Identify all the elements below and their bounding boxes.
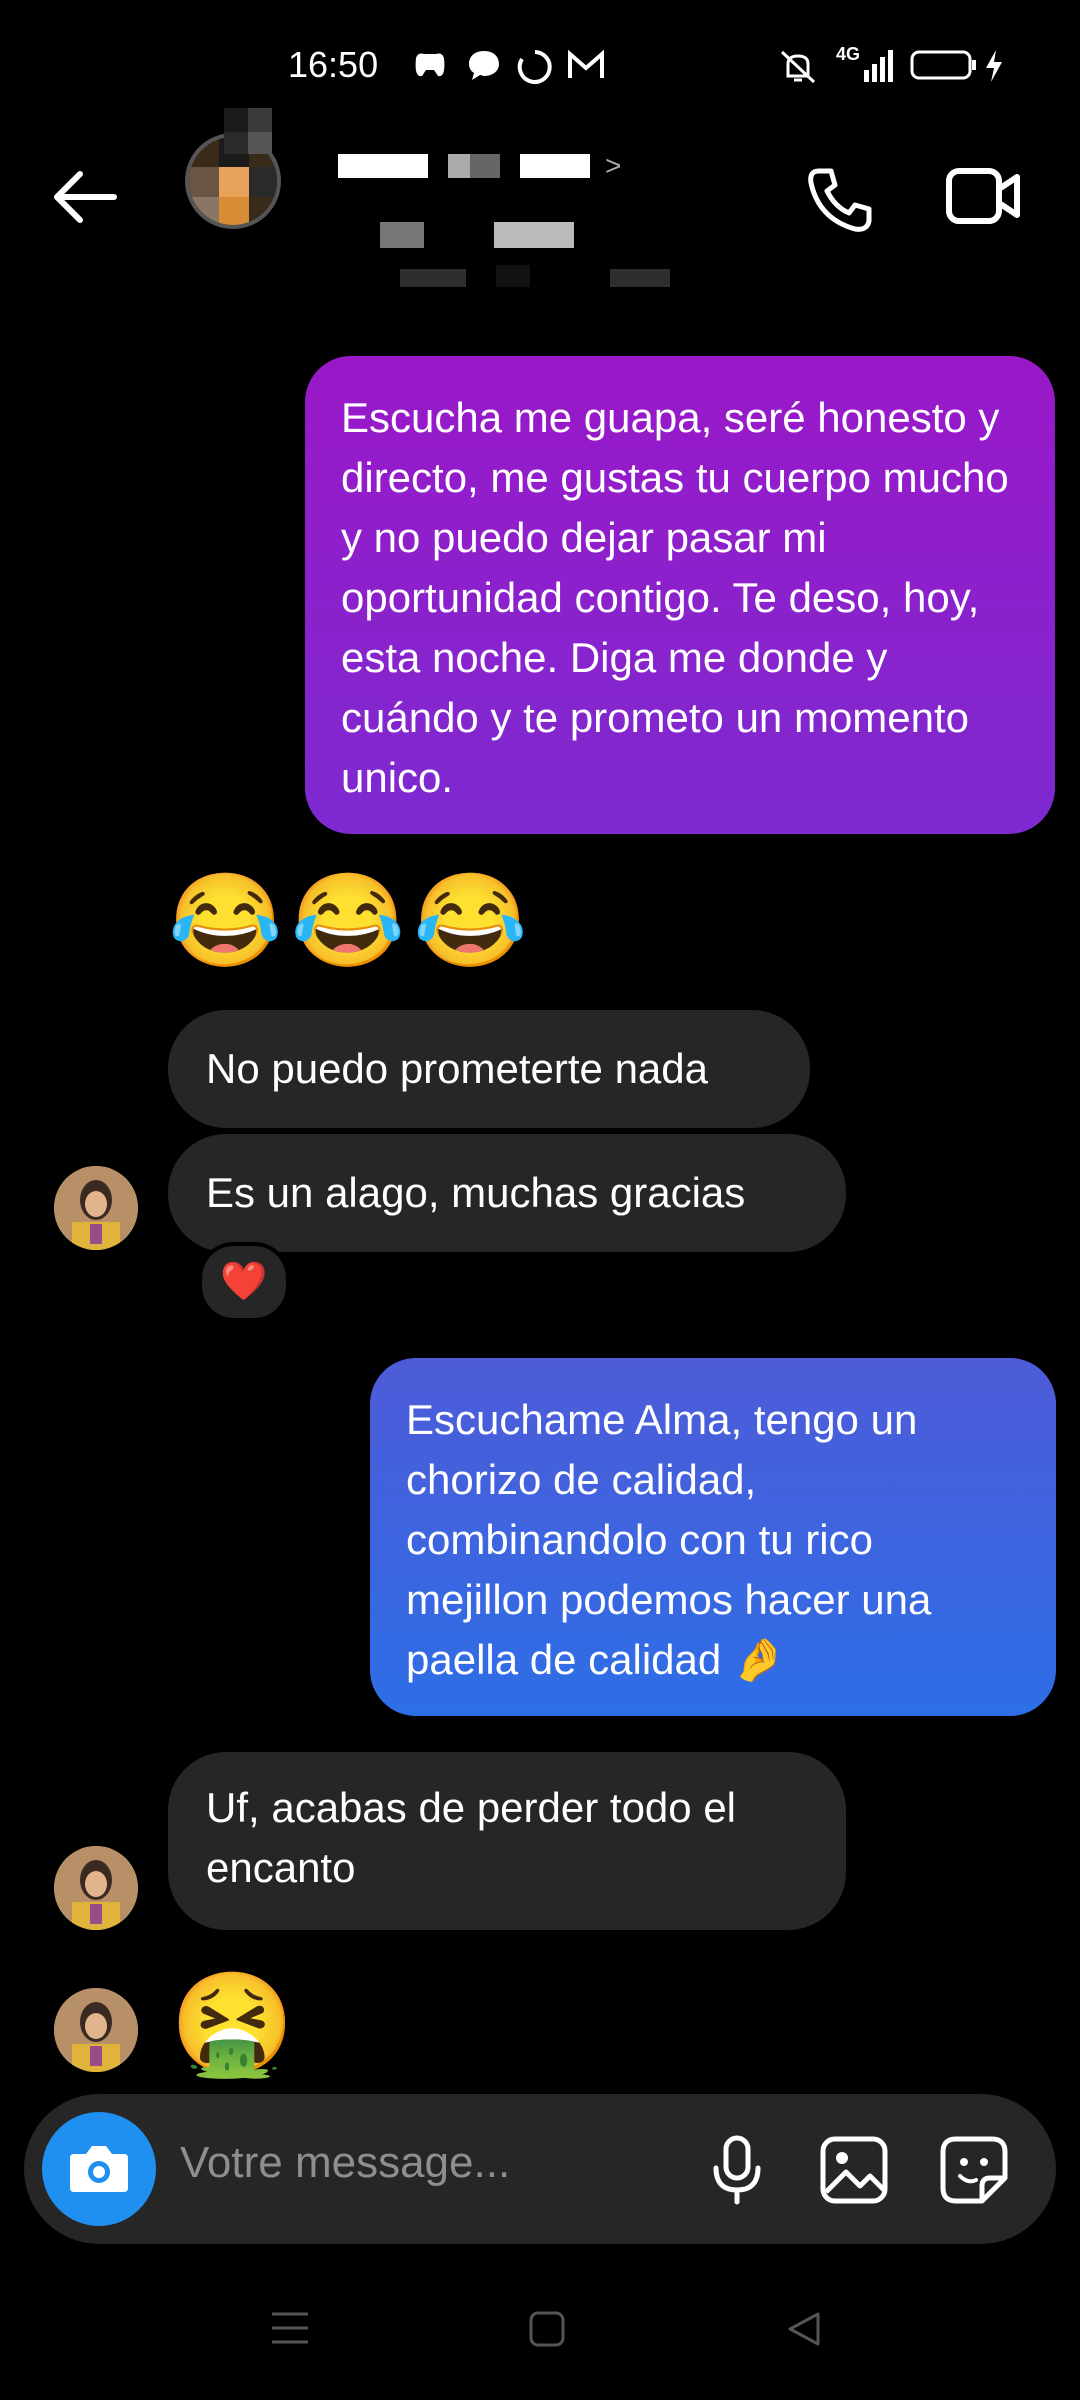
mute-icon [780, 50, 816, 84]
back-arrow-icon[interactable] [48, 160, 122, 234]
battery-icon [910, 50, 976, 80]
profile-chevron[interactable]: > [605, 150, 621, 182]
message-input[interactable]: Votre message... [180, 2138, 510, 2188]
charging-icon [986, 50, 1002, 82]
camera-button[interactable] [42, 2112, 156, 2226]
game-controller-icon [415, 53, 445, 77]
emoji-message[interactable]: 😂😂😂 [168, 868, 536, 975]
incoming-message[interactable]: No puedo prometerte nada [168, 1010, 810, 1128]
incoming-message[interactable]: Es un alago, muchas gracias [168, 1134, 846, 1252]
person-photo-icon [54, 1846, 138, 1930]
video-camera-icon[interactable] [945, 165, 1021, 227]
incoming-message[interactable]: Uf, acabas de perder todo el encanto [168, 1752, 846, 1930]
contact-username-redacted [380, 222, 580, 252]
emoji-message[interactable]: 🤮 [170, 1966, 295, 2083]
message-composer [24, 2094, 1056, 2244]
gallery-icon[interactable] [818, 2134, 890, 2206]
phone-icon[interactable] [805, 165, 875, 235]
person-photo-icon [54, 1988, 138, 2072]
microphone-icon[interactable] [704, 2134, 770, 2206]
person-photo-icon [54, 1166, 138, 1250]
contact-name-redacted[interactable] [338, 154, 598, 184]
loading-icon [517, 50, 552, 84]
outgoing-message[interactable]: Escuchame Alma, tengo un chorizo de cali… [370, 1358, 1056, 1716]
gmail-icon [568, 49, 604, 78]
menu-nav-icon[interactable] [270, 2310, 310, 2346]
chat-bubble-icon [469, 51, 499, 80]
sender-avatar[interactable] [54, 1846, 138, 1930]
back-nav-icon[interactable] [786, 2310, 822, 2348]
camera-icon [70, 2146, 128, 2192]
home-nav-icon[interactable] [528, 2310, 566, 2348]
outgoing-message[interactable]: Escucha me guapa, seré honesto y directo… [305, 356, 1055, 834]
heart-reaction[interactable]: ❤️ [198, 1242, 290, 1322]
sticker-icon[interactable] [938, 2134, 1010, 2206]
sender-avatar[interactable] [54, 1166, 138, 1250]
active-status-redacted [400, 265, 680, 287]
signal-icon [864, 50, 893, 82]
status-time: 16:50 [288, 44, 379, 85]
sender-avatar[interactable] [54, 1988, 138, 2072]
contact-avatar-blur [224, 108, 272, 154]
network-type: 4G [836, 44, 861, 64]
